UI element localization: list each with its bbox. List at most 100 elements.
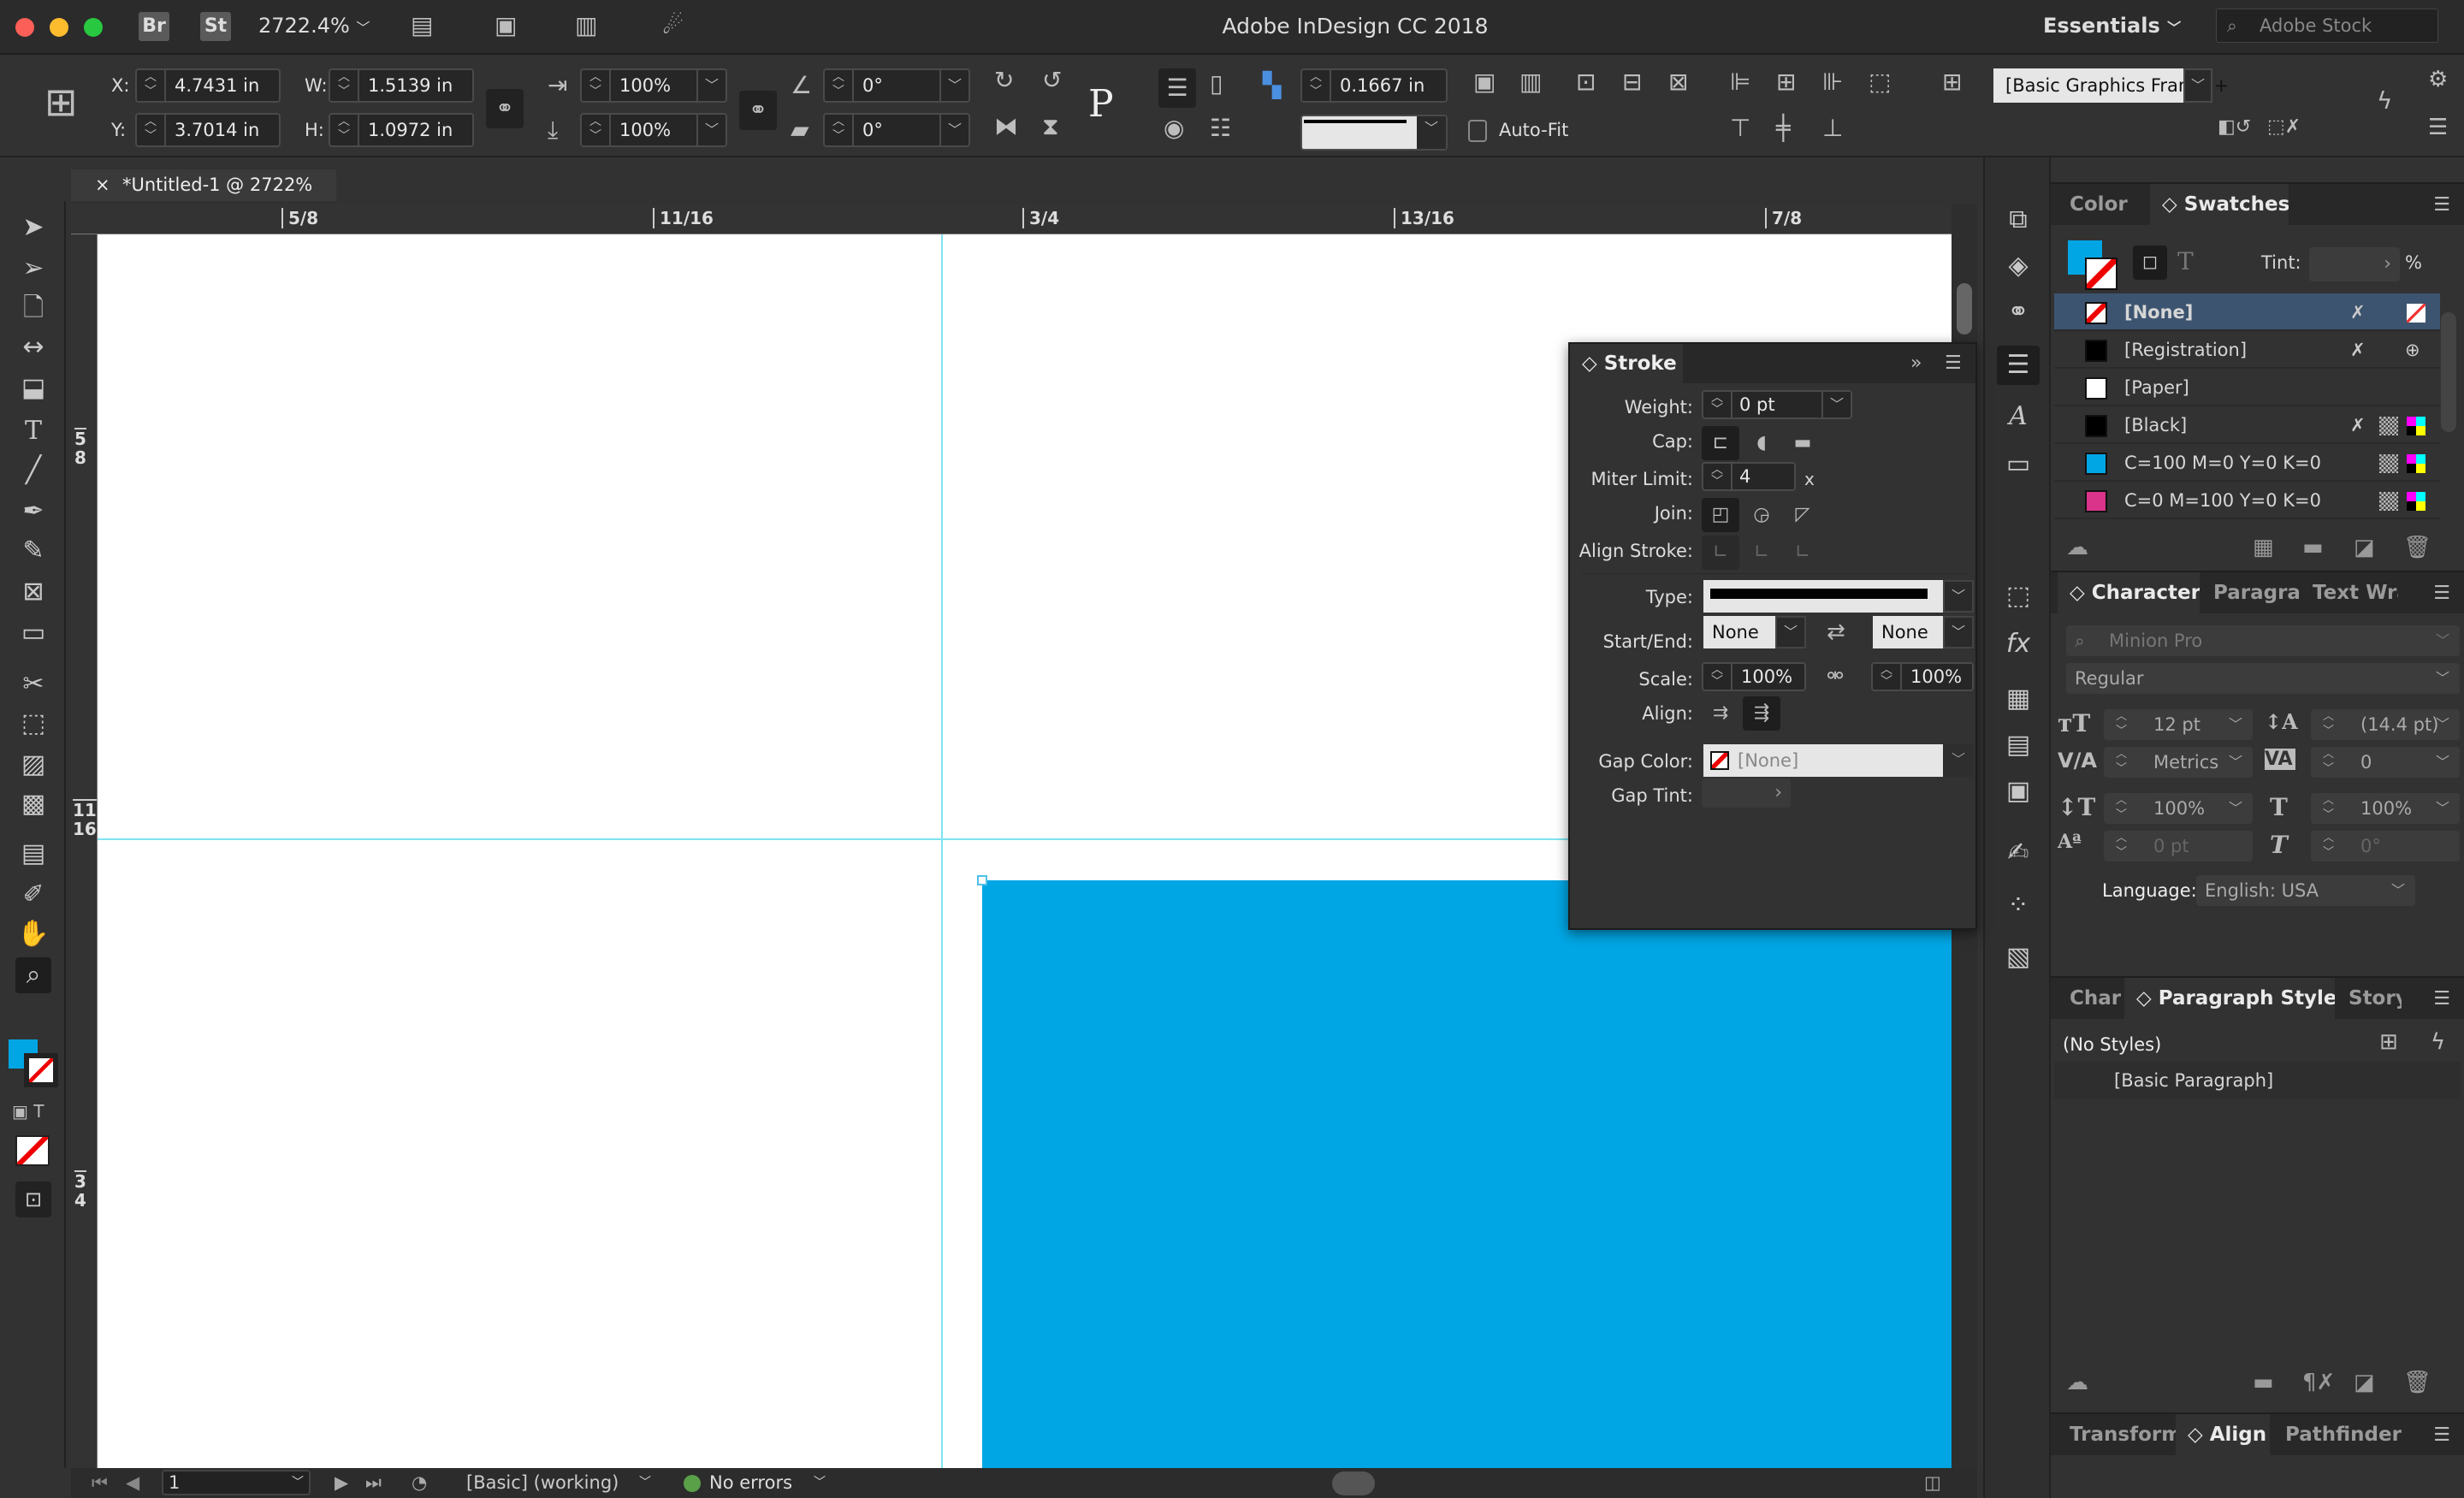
delete-swatch-icon[interactable]: 🗑 bbox=[2403, 535, 2431, 560]
stepper[interactable]: ︿ ﹀ bbox=[137, 70, 166, 101]
workspace-switcher[interactable]: Essentials ﹀ bbox=[2043, 14, 2181, 38]
bevel-join-button[interactable]: ◸ bbox=[1784, 498, 1821, 532]
control-menu-icon[interactable]: ☰ bbox=[2428, 116, 2448, 139]
eyedropper-tool-icon[interactable]: ✐ bbox=[15, 877, 51, 913]
stepper[interactable]: ︿ ﹀ bbox=[1302, 70, 1331, 101]
align-right-edges-icon[interactable]: ⊪ bbox=[1822, 70, 1843, 94]
quick-apply-icon[interactable]: ϟ bbox=[2431, 1029, 2445, 1055]
miter-join-button[interactable]: ◰ bbox=[1702, 498, 1739, 532]
formatting-container-icon[interactable]: ▣ T bbox=[12, 1101, 44, 1122]
collapse-panel-icon[interactable]: » bbox=[1910, 352, 1922, 374]
stroke-type-dropdown[interactable]: ﹀ bbox=[1300, 115, 1448, 151]
round-cap-button[interactable]: ◖ bbox=[1743, 426, 1780, 460]
stroke-weight-field[interactable]: ︿ ﹀ 0 pt ﹀ bbox=[1702, 390, 1852, 419]
type-tool-icon[interactable]: T bbox=[15, 413, 51, 449]
width-field[interactable]: ︿ ﹀ 1.5139 in bbox=[329, 68, 474, 103]
cc-library-icon[interactable]: ☁ bbox=[2066, 535, 2088, 560]
horizontal-scrollbar-thumb[interactable] bbox=[1332, 1471, 1375, 1495]
fit-content-proportionally-icon[interactable]: ▣ bbox=[1473, 70, 1496, 94]
chevron-down-icon[interactable]: ﹀ bbox=[1821, 392, 1851, 417]
chevron-down-icon[interactable]: ﹀ bbox=[939, 70, 968, 101]
rotate-counterclockwise-icon[interactable]: ↺ bbox=[1042, 68, 1062, 92]
start-scale-field[interactable]: ︿ ﹀ 100% bbox=[1702, 662, 1806, 691]
table-panel-icon[interactable]: ▦ bbox=[1997, 679, 2040, 719]
fill-frame-proportionally-icon[interactable]: ⊟ bbox=[1622, 70, 1642, 94]
tab-transform[interactable]: Transform bbox=[2058, 1414, 2176, 1455]
scissors-tool-icon[interactable]: ✂ bbox=[15, 666, 51, 702]
cell-styles-panel-icon[interactable]: ▣ bbox=[1997, 772, 2040, 811]
zoom-tool-icon[interactable]: ⌕ bbox=[15, 957, 51, 993]
scale-y-field[interactable]: ︿ ﹀ 100% ﹀ bbox=[580, 113, 727, 147]
stroke-weight-field[interactable]: ︿ ﹀ 0.1667 in bbox=[1300, 68, 1448, 103]
tab-swatches[interactable]: ◇ Swatches bbox=[2150, 184, 2289, 225]
end-arrowhead-dropdown[interactable]: None bbox=[1873, 616, 1943, 648]
projecting-cap-button[interactable]: ▬ bbox=[1784, 426, 1821, 460]
create-style-group-icon[interactable]: ⊞ bbox=[2379, 1029, 2398, 1055]
font-style-dropdown[interactable]: Regular ﹀ bbox=[2066, 663, 2460, 694]
center-content-icon[interactable]: ⊠ bbox=[1668, 70, 1688, 94]
swatch-item[interactable]: [None] ✗ bbox=[2054, 293, 2440, 331]
end-scale-field[interactable]: ︿ ﹀ 100% bbox=[1871, 662, 1974, 691]
align-horizontal-centers-icon[interactable]: ⊞ bbox=[1776, 70, 1796, 94]
stepper[interactable]: ︿ ﹀ bbox=[1703, 664, 1732, 690]
stepper[interactable]: ︿ ﹀ bbox=[825, 115, 854, 145]
chevron-down-icon[interactable]: ﹀ bbox=[1943, 616, 1974, 648]
select-content-icon[interactable]: ▯ bbox=[1210, 72, 1223, 96]
leading-field[interactable]: ︿ ﹀ (14.4 pt) ﹀ bbox=[2311, 709, 2460, 740]
new-style-group-icon[interactable]: ▬ bbox=[2253, 1370, 2274, 1395]
gear-icon[interactable]: ⚙ bbox=[2428, 68, 2448, 91]
chevron-down-icon[interactable]: ﹀ bbox=[814, 1468, 826, 1498]
constrain-scale-icon[interactable]: ⚭ bbox=[739, 91, 777, 130]
stepper[interactable]: ︿ ﹀ bbox=[1873, 664, 1902, 690]
selected-rectangle-frame[interactable] bbox=[982, 880, 1952, 1468]
tracking-field[interactable]: ︿ ﹀ 0 ﹀ bbox=[2311, 747, 2460, 778]
preflight-profile[interactable]: [Basic] (working) bbox=[466, 1468, 619, 1498]
page-number-field[interactable]: 1 ﹀ bbox=[162, 1470, 311, 1495]
tab-pathfinder[interactable]: Pathfinder bbox=[2273, 1414, 2402, 1455]
object-styles-panel-icon[interactable]: ⬚ bbox=[1997, 577, 2040, 616]
stroke-panel-header[interactable]: ◇ Stroke » ☰ bbox=[1570, 344, 1975, 383]
clear-overrides-icon[interactable]: ◧↺ bbox=[2218, 118, 2251, 137]
hand-tool-icon[interactable]: ✋ bbox=[15, 916, 51, 952]
chevron-down-icon[interactable]: ﹀ bbox=[939, 115, 968, 145]
preflight-errors[interactable]: No errors bbox=[709, 1468, 792, 1498]
cc-libraries-panel-icon[interactable]: ⁘ bbox=[1997, 886, 2040, 926]
shear-angle-field[interactable]: ︿ ﹀ 0° ﹀ bbox=[823, 113, 970, 147]
layers-panel-icon[interactable]: ◈ bbox=[1997, 246, 2040, 286]
page-tool-icon[interactable]: 🗋 bbox=[15, 290, 51, 326]
arrowhead-inside-path-button[interactable]: ⇶ bbox=[1743, 696, 1780, 731]
rectangle-frame-tool-icon[interactable]: ⊠ bbox=[15, 574, 51, 610]
links-panel-icon[interactable]: ⚭ bbox=[1997, 293, 2040, 332]
tint-field[interactable]: › bbox=[2309, 247, 2400, 281]
chevron-down-icon[interactable]: ﹀ bbox=[2183, 68, 2212, 103]
swatch-item[interactable]: [Black] ✗ bbox=[2054, 406, 2440, 444]
adobe-stock-search-input[interactable]: ⌕ Adobe Stock bbox=[2216, 9, 2438, 43]
tab-character-styles[interactable]: Char bbox=[2058, 978, 2124, 1019]
paragraph-style-item[interactable]: [Basic Paragraph] bbox=[2054, 1062, 2461, 1099]
gap-tint-field[interactable]: › bbox=[1702, 779, 1791, 808]
scale-x-field[interactable]: ︿ ﹀ 100% ﹀ bbox=[580, 68, 727, 103]
swatch-views-icon[interactable]: ▦ bbox=[2253, 535, 2274, 560]
panel-menu-icon[interactable]: ☰ bbox=[1945, 352, 1962, 374]
select-next-icon[interactable]: ☷ bbox=[1210, 116, 1231, 140]
gradient-panel-icon[interactable]: ▭ bbox=[1997, 445, 2040, 484]
rectangle-tool-icon[interactable]: ▭ bbox=[15, 615, 51, 651]
tab-character[interactable]: ◇ Character bbox=[2058, 572, 2200, 613]
panel-menu-icon[interactable]: ☰ bbox=[2433, 583, 2450, 604]
kerning-field[interactable]: ︿ ﹀ Metrics ﹀ bbox=[2104, 747, 2253, 778]
tab-story[interactable]: Story bbox=[2337, 978, 2402, 1019]
next-page-icon[interactable]: ▶ bbox=[335, 1468, 348, 1498]
chevron-down-icon[interactable]: ﹀ bbox=[1775, 616, 1806, 648]
apply-none-button[interactable] bbox=[15, 1135, 50, 1166]
object-styles-icon[interactable]: ⊞ bbox=[1942, 70, 1962, 94]
align-stroke-outside-button[interactable]: ∟ bbox=[1784, 536, 1821, 570]
arrowhead-beyond-path-button[interactable]: ⇉ bbox=[1702, 696, 1739, 731]
flip-horizontal-icon[interactable]: ⧓ bbox=[994, 115, 1018, 139]
tab-stroke[interactable]: ◇ Stroke bbox=[1570, 344, 1683, 383]
stepper[interactable]: ︿ ﹀ bbox=[1703, 392, 1732, 417]
chevron-down-icon[interactable]: ﹀ bbox=[1943, 580, 1974, 613]
panel-menu-icon[interactable]: ☰ bbox=[2433, 194, 2450, 216]
align-top-edges-icon[interactable]: ⊤ bbox=[1730, 116, 1750, 140]
align-bottom-edges-icon[interactable]: ⊥ bbox=[1822, 116, 1843, 140]
vertical-ruler[interactable]: 58 11 16 34 bbox=[71, 234, 98, 1468]
